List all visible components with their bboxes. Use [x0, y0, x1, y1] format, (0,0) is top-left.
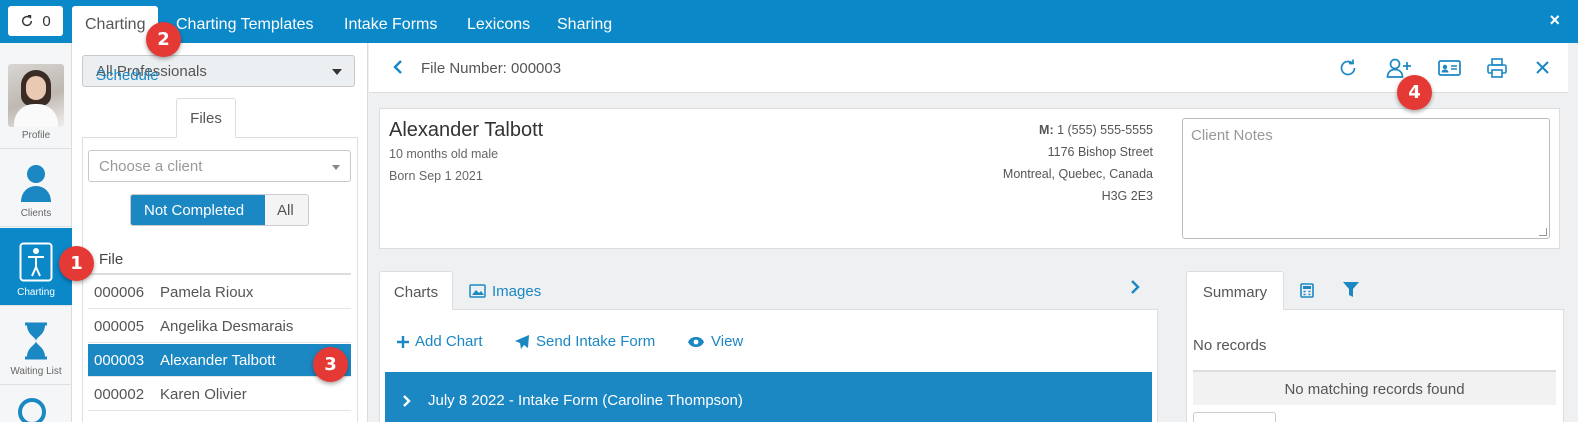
client-notes-placeholder: Client Notes [1191, 127, 1273, 144]
tab-summary[interactable]: Summary [1186, 271, 1284, 310]
annotation-badge: 3 [313, 347, 348, 382]
annotation-badge: 4 [1397, 75, 1432, 110]
client-street: 1176 Bishop Street [1047, 145, 1153, 159]
client-name: Alexander Talbott [160, 352, 276, 369]
table-row[interactable]: 000002 Karen Olivier [88, 378, 351, 411]
file-number: 000006 [94, 284, 145, 301]
file-number: 000005 [94, 318, 145, 335]
client-name: Angelika Desmarais [160, 318, 294, 335]
search-icon[interactable] [17, 395, 51, 422]
add-chart-label: Add Chart [415, 333, 483, 350]
chevron-right-icon[interactable] [1130, 279, 1140, 295]
caret-down-icon [332, 69, 342, 75]
nav-label: Profile [21, 130, 51, 141]
chevron-left-icon[interactable] [393, 59, 403, 75]
add-chart-button[interactable]: Add Chart [397, 333, 483, 350]
client-select[interactable]: Choose a client [88, 150, 351, 182]
client-phone: M: 1 (555) 555-5555 [1039, 123, 1153, 137]
no-records-text: No records [1193, 337, 1267, 354]
client-birthdate: Born Sep 1 2021 [389, 169, 483, 183]
client-name: Karen Olivier [160, 386, 247, 403]
caret-down-icon [332, 165, 340, 170]
charting-icon [19, 242, 53, 282]
summary-panel [1186, 309, 1564, 422]
client-age-sex: 10 months old male [389, 147, 499, 161]
nav-label: Charting [17, 287, 55, 298]
nav-clients[interactable]: Clients [0, 149, 72, 227]
hourglass-icon [25, 322, 47, 360]
tab-images-label: Images [492, 283, 542, 300]
tab-files[interactable]: Files [176, 98, 236, 138]
tab-charts[interactable]: Charts [379, 271, 453, 310]
client-postal: H3G 2E3 [1101, 189, 1153, 203]
view-label: View [711, 333, 744, 350]
eye-icon [688, 336, 704, 347]
refresh-icon [22, 15, 33, 27]
paper-plane-icon [515, 334, 529, 349]
filter-icon[interactable] [1343, 282, 1359, 298]
no-matching-records: No matching records found [1193, 370, 1556, 405]
refresh-icon[interactable] [1337, 57, 1359, 79]
chart-entry-row[interactable]: July 8 2022 - Intake Form (Caroline Thom… [385, 372, 1152, 422]
nav-label: Clients [20, 208, 52, 219]
phone-value: 1 (555) 555-5555 [1057, 123, 1153, 137]
id-card-icon[interactable] [1438, 57, 1461, 79]
print-icon[interactable] [1486, 57, 1508, 79]
nav-profile[interactable]: Profile [0, 51, 72, 149]
chart-entry-label: July 8 2022 - Intake Form (Caroline Thom… [428, 392, 743, 409]
file-column-header[interactable]: File [99, 251, 123, 268]
filter-all[interactable]: All [265, 195, 308, 225]
tab-schedule[interactable]: Schedule [82, 56, 173, 96]
tab-images[interactable]: Images [469, 271, 541, 310]
completion-filter: Not Completed All [130, 194, 309, 226]
client-name: Pamela Rioux [160, 284, 254, 301]
tab-charting-templates[interactable]: Charting Templates [176, 6, 314, 43]
file-number-title: File Number: 000003 [421, 60, 562, 77]
annotation-badge: 2 [146, 22, 181, 57]
file-number: 000002 [94, 386, 145, 403]
summary-button[interactable] [1193, 412, 1276, 422]
file-number: 000003 [94, 352, 145, 369]
view-button[interactable]: View [687, 333, 743, 350]
filter-not-completed[interactable]: Not Completed [131, 195, 265, 225]
table-row[interactable]: 000005 Angelika Desmarais [88, 310, 351, 343]
refresh-count: 0 [42, 12, 51, 30]
calculator-icon[interactable] [1300, 283, 1314, 298]
annotation-badge: 1 [59, 246, 94, 281]
nav-label: Waiting List [10, 366, 62, 377]
header-divider [88, 273, 351, 275]
client-city: Montreal, Quebec, Canada [1002, 167, 1153, 181]
table-row-selected[interactable]: 000003 Alexander Talbott [88, 344, 351, 377]
tab-sharing[interactable]: Sharing [557, 6, 612, 43]
nav-waiting-list[interactable]: Waiting List [0, 307, 72, 385]
send-intake-form-label: Send Intake Form [536, 333, 656, 350]
table-row[interactable]: 000006 Pamela Rioux [88, 276, 351, 309]
resize-grip-icon[interactable] [1539, 228, 1547, 236]
client-select-placeholder: Choose a client [99, 158, 203, 175]
refresh-button[interactable]: 0 [8, 6, 63, 36]
close-icon[interactable]: × [1549, 10, 1560, 31]
phone-label: M: [1039, 123, 1054, 137]
person-icon [21, 165, 51, 202]
tab-intake-forms[interactable]: Intake Forms [344, 6, 437, 43]
left-nav: Profile Clients Charting Waiting List [0, 43, 72, 422]
plus-icon [397, 335, 409, 348]
client-name-heading: Alexander Talbott [389, 119, 544, 141]
client-notes-field[interactable]: Client Notes [1182, 118, 1550, 239]
send-intake-form-button[interactable]: Send Intake Form [515, 333, 655, 350]
avatar [8, 64, 64, 127]
tab-lexicons[interactable]: Lexicons [467, 6, 530, 43]
images-icon [469, 284, 486, 298]
close-icon[interactable] [1535, 57, 1550, 79]
chevron-right-icon [403, 395, 411, 407]
